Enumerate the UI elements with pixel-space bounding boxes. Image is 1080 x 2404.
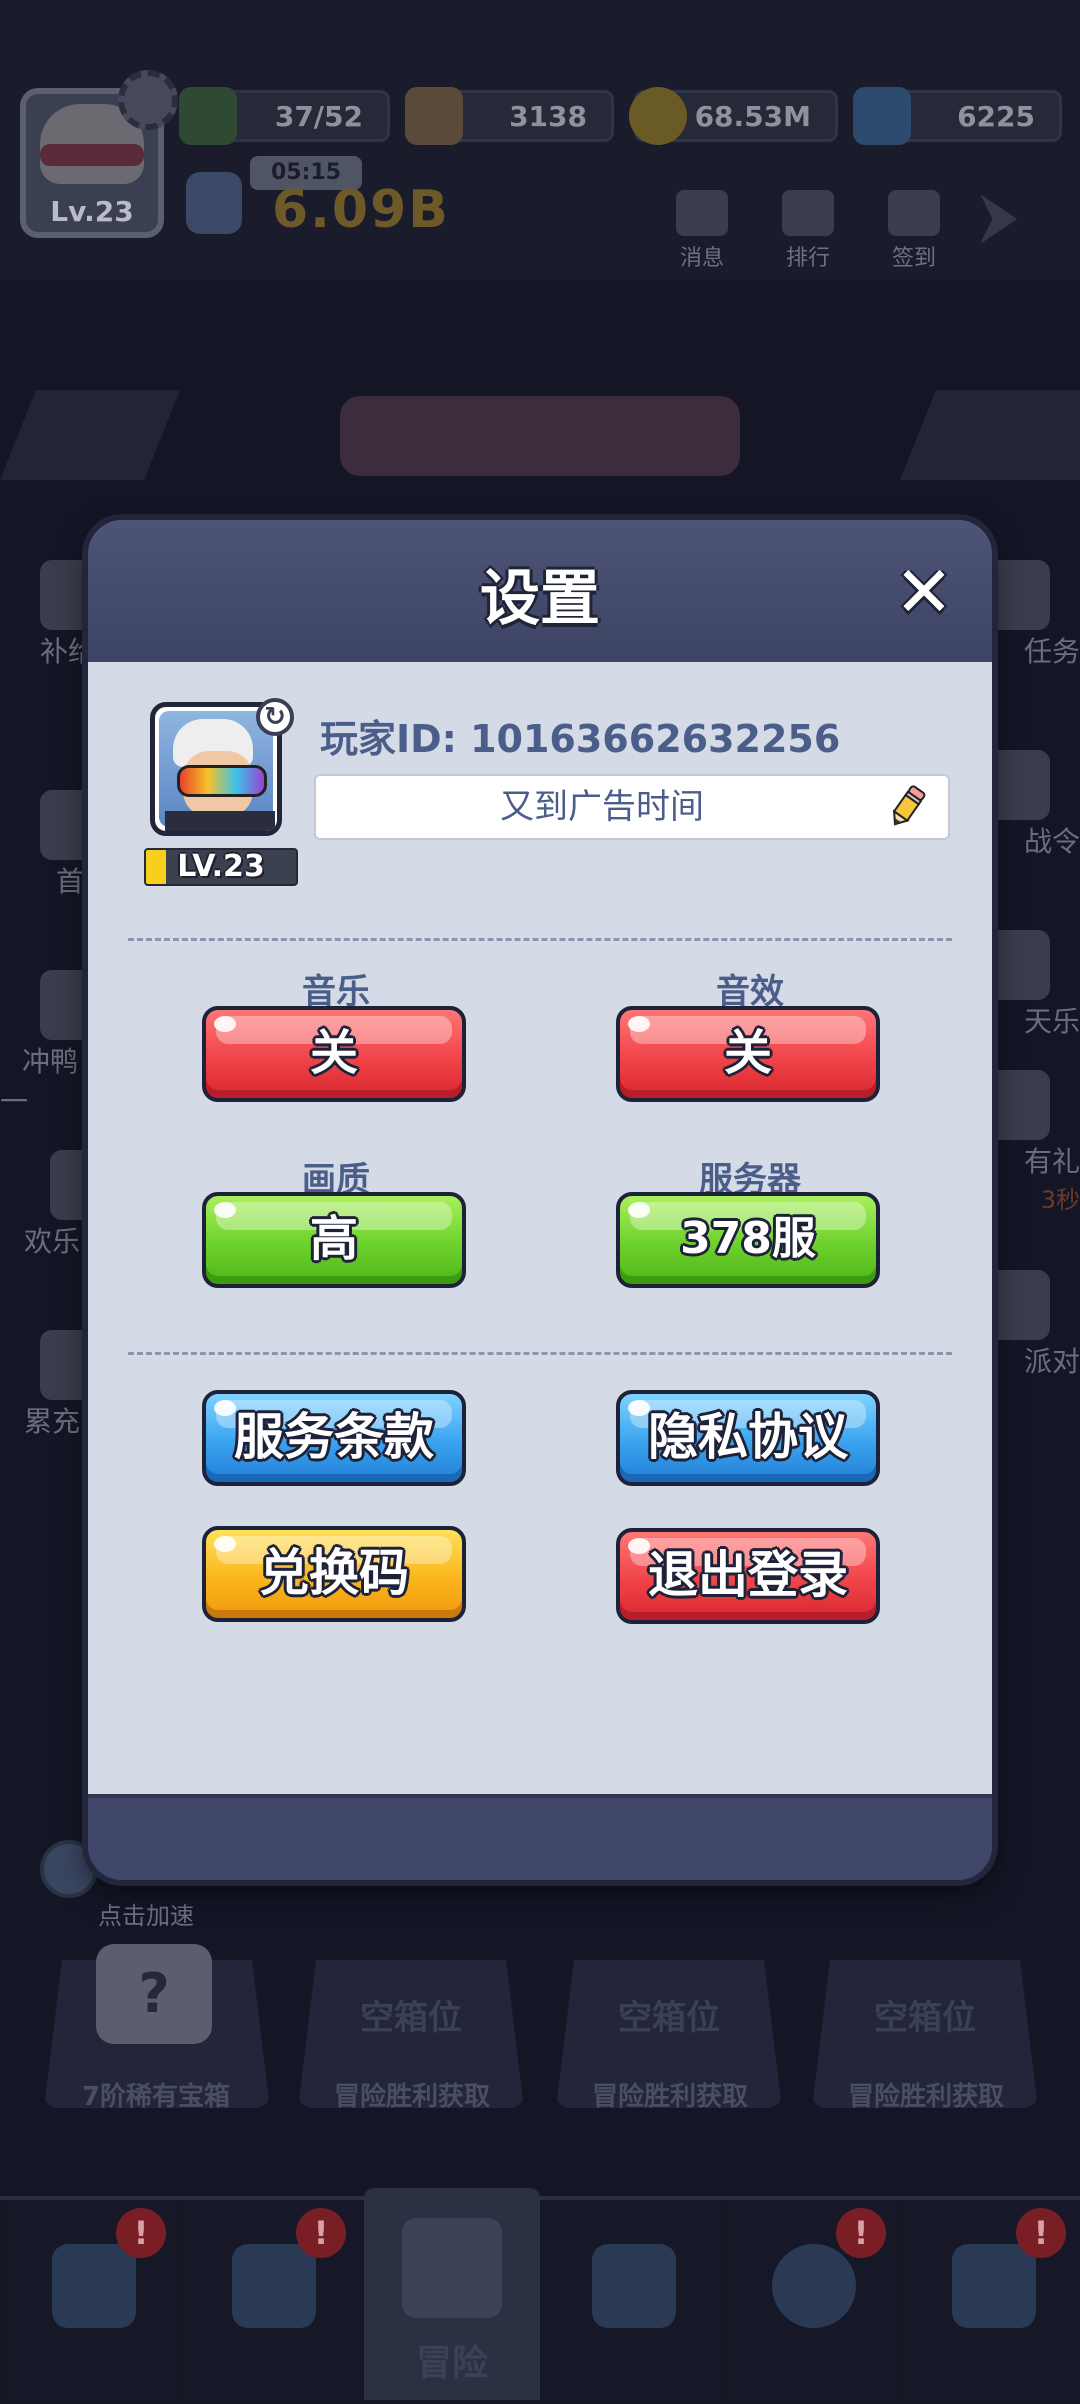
coin-counter: 68.53M <box>629 87 838 145</box>
food-counter: 3138 <box>405 87 614 145</box>
side-event-left-3: 冲鸭一 <box>0 970 110 1120</box>
power-value: 6.09B <box>272 180 450 240</box>
chest-slot-2-label: 冒险胜利获取 <box>333 2082 490 2112</box>
dialog-title: 设置 <box>480 564 600 634</box>
mail-icon <box>676 190 728 236</box>
change-avatar-icon[interactable]: ↻ <box>256 698 294 736</box>
player-id: 玩家ID: 10163662632256 <box>320 717 841 761</box>
gem-counter: 6225 <box>853 87 1062 145</box>
chest-slot-4-label: 冒险胜利获取 <box>847 2082 1004 2112</box>
nav-tab-guild <box>544 2200 720 2400</box>
logout-button[interactable]: 退出登录 <box>616 1528 880 1624</box>
side-event-right-4: 有礼 3秒 <box>980 1070 1080 1215</box>
chest-slot-1-label: 7阶稀有宝箱 <box>81 2082 231 2112</box>
side-event-left-1: 补给 <box>0 560 110 670</box>
side-event-right-5: 派对 <box>980 1270 1080 1380</box>
side-event-left-5: 累充 <box>0 1330 110 1440</box>
nav-tab-events: ! <box>904 2200 1080 2400</box>
power-shield-icon <box>186 172 242 234</box>
server-button[interactable]: 378服 <box>616 1192 880 1288</box>
messages-button: 消息 <box>662 190 742 272</box>
ranking-button: 排行 <box>768 190 848 272</box>
energy-counter: 37/52 <box>179 87 390 145</box>
nav-tab-heroes: ! <box>184 2200 360 2400</box>
side-event-left-2: 首 <box>0 790 110 900</box>
gem-icon <box>853 87 911 145</box>
player-name-field[interactable]: 又到广告时间 <box>314 774 950 840</box>
pencil-icon[interactable] <box>884 784 930 830</box>
tv-icon <box>52 2244 136 2328</box>
shield-icon <box>592 2244 676 2328</box>
privacy-policy-button[interactable]: 隐私协议 <box>616 1390 880 1486</box>
nav-tab-battle: ! <box>724 2200 900 2400</box>
podium-icon <box>782 190 834 236</box>
chest-slot-3-label: 冒险胜利获取 <box>591 2082 748 2112</box>
redeem-code-button[interactable]: 兑换码 <box>202 1526 466 1622</box>
checkmark-icon <box>888 190 940 236</box>
stage-left <box>0 390 180 480</box>
side-event-right-2: 战令 <box>980 750 1080 860</box>
checkin-button: 签到 <box>874 190 954 272</box>
level-badge: LV.23 <box>144 848 298 886</box>
stage-right <box>900 390 1080 480</box>
food-bowl-icon <box>405 87 463 145</box>
gear-icon <box>118 70 178 130</box>
side-event-right-1: 任务 <box>980 560 1080 670</box>
close-button[interactable]: ✕ <box>892 557 956 627</box>
scroll-icon <box>952 2244 1036 2328</box>
lightning-plus-icon <box>179 87 237 145</box>
stage-banner <box>340 396 740 476</box>
music-toggle-button[interactable]: 关 <box>202 1006 466 1102</box>
map-icon <box>402 2218 502 2318</box>
dialog-footer <box>88 1794 992 1880</box>
nav-tab-adventure: 冒险 <box>364 2188 540 2400</box>
side-event-left-4: 欢乐 <box>0 1150 120 1260</box>
quality-button[interactable]: 高 <box>202 1192 466 1288</box>
divider-bottom <box>128 1352 952 1355</box>
keyhole-icon <box>232 2244 316 2328</box>
crosshair-icon <box>772 2244 856 2328</box>
dialog-body: ↻ LV.23 玩家ID: 10163662632256 又到广告时间 音乐 关 <box>88 662 992 1812</box>
coin-icon <box>629 87 687 145</box>
settings-dialog: 设置 ✕ ↻ LV.23 玩家ID: 10163662632256 又到广告时间 <box>88 520 992 1880</box>
player-name: 又到广告时间 <box>500 787 704 827</box>
divider-top <box>128 938 952 941</box>
dialog-header: 设置 ✕ <box>88 520 992 662</box>
rare-chest-icon: ? <box>96 1944 212 2044</box>
terms-of-service-button[interactable]: 服务条款 <box>202 1390 466 1486</box>
hud-level: Lv.23 <box>50 195 134 228</box>
side-event-right-3: 天乐 <box>980 930 1080 1040</box>
sfx-toggle-button[interactable]: 关 <box>616 1006 880 1102</box>
nav-tab-shop: ! <box>4 2200 180 2400</box>
